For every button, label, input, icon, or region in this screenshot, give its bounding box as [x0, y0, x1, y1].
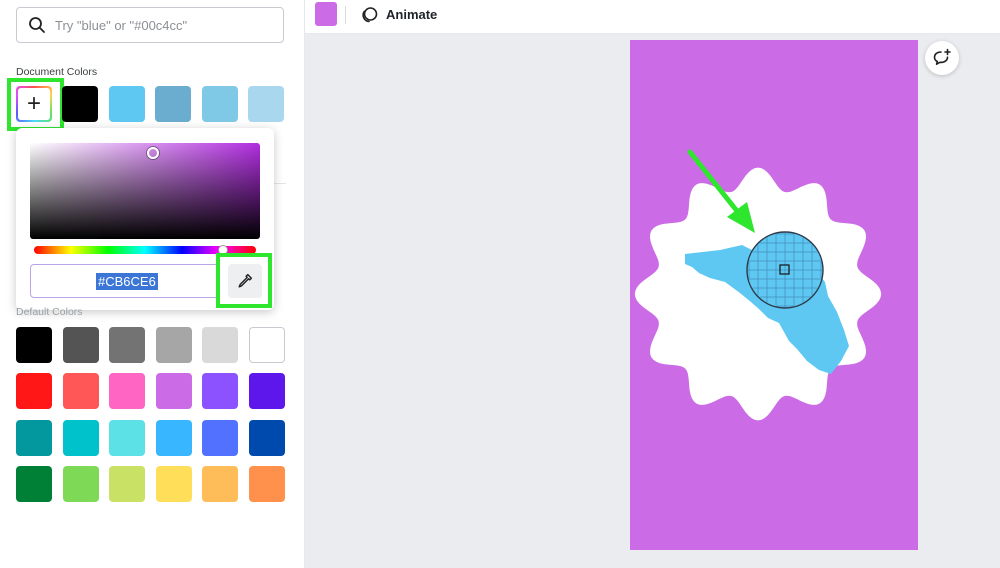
default-color-swatch[interactable]: [62, 465, 99, 502]
add-color-button[interactable]: +: [16, 86, 52, 122]
app: Document Colors + #CB6CE6 Default C: [0, 0, 1000, 568]
color-panel: Document Colors + #CB6CE6 Default C: [0, 0, 305, 568]
document-colors-label: Document Colors: [16, 66, 98, 78]
saturation-brightness-area[interactable]: [30, 143, 260, 239]
canvas-workspace: [305, 34, 1000, 568]
default-color-swatch[interactable]: [16, 327, 52, 363]
eyedropper-button[interactable]: [228, 264, 262, 298]
default-color-swatch[interactable]: [109, 373, 145, 410]
plus-icon: +: [18, 88, 50, 120]
animate-button[interactable]: Animate: [386, 7, 437, 22]
default-color-swatch[interactable]: [248, 419, 285, 456]
design-page[interactable]: [630, 40, 918, 550]
default-color-swatch[interactable]: [155, 327, 192, 363]
saturation-handle[interactable]: [147, 147, 159, 159]
default-color-swatch[interactable]: [248, 373, 285, 410]
document-color-swatch[interactable]: [155, 86, 191, 122]
document-color-swatch[interactable]: [248, 86, 284, 122]
default-color-swatch[interactable]: [16, 465, 52, 502]
default-color-swatch[interactable]: [62, 419, 99, 456]
hue-slider-handle[interactable]: [217, 245, 228, 255]
default-color-swatch[interactable]: [202, 327, 238, 363]
default-color-swatch[interactable]: [155, 419, 192, 456]
hex-input[interactable]: #CB6CE6: [30, 264, 220, 298]
hex-value[interactable]: #CB6CE6: [96, 272, 158, 290]
comment-plus-icon: [933, 48, 951, 65]
add-comment-button[interactable]: [925, 41, 959, 75]
document-color-swatch[interactable]: [62, 86, 98, 122]
background-color-button[interactable]: [315, 2, 337, 26]
default-color-swatch[interactable]: [202, 465, 238, 502]
document-color-swatch[interactable]: [201, 86, 238, 122]
color-search-box[interactable]: [16, 7, 284, 43]
default-color-swatch[interactable]: [16, 419, 52, 456]
default-color-swatch[interactable]: [109, 327, 145, 363]
editor-toolbar: Animate: [305, 0, 1000, 34]
default-color-swatch[interactable]: [202, 419, 238, 456]
default-color-swatch[interactable]: [109, 419, 145, 456]
default-color-swatch[interactable]: [109, 465, 145, 502]
default-color-swatch[interactable]: [248, 327, 285, 363]
animate-icon: [362, 7, 378, 23]
default-colors-label: Default Colors: [16, 306, 83, 318]
default-color-swatch[interactable]: [62, 327, 99, 363]
default-color-swatch[interactable]: [16, 373, 52, 410]
toolbar-divider: [345, 6, 346, 24]
search-icon: [29, 17, 45, 33]
eyedropper-magnifier: [746, 231, 824, 309]
default-color-swatch[interactable]: [155, 465, 192, 502]
default-color-swatch[interactable]: [62, 373, 99, 410]
page-artwork: [634, 149, 882, 421]
default-color-swatch[interactable]: [248, 465, 285, 502]
hidden-divider: [274, 183, 286, 184]
eyedropper-icon: [238, 273, 253, 288]
default-color-swatch[interactable]: [155, 373, 192, 410]
default-color-swatch[interactable]: [202, 373, 238, 410]
color-search-input[interactable]: [55, 17, 275, 33]
document-color-swatch[interactable]: [108, 86, 145, 122]
color-picker-popup: #CB6CE6: [16, 128, 274, 310]
